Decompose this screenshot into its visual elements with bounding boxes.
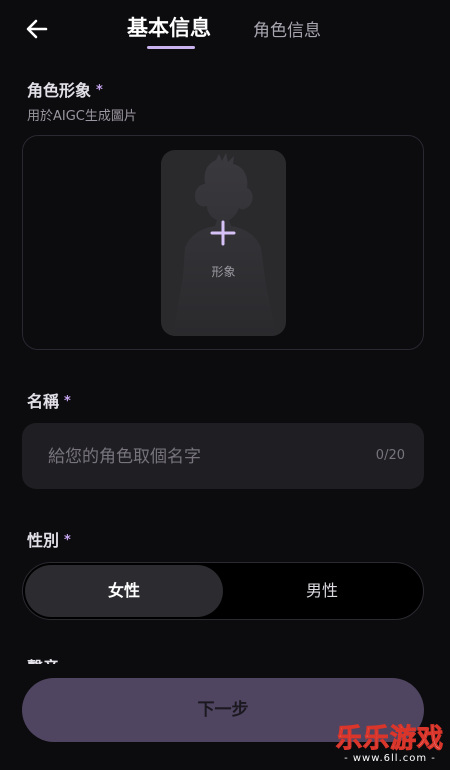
watermark-logo: 乐乐游戏 - www.6ll.com -: [330, 718, 450, 770]
tab-character-info[interactable]: 角色信息: [253, 16, 321, 41]
watermark-title: 乐乐游戏: [335, 724, 444, 755]
avatar-subtitle: 用於AIGC生成圖片: [27, 109, 137, 124]
avatar-label-text: 角色形象: [27, 81, 92, 100]
required-mark: *: [64, 533, 71, 548]
avatar-card-label: 形象: [211, 265, 236, 279]
plus-icon[interactable]: [209, 219, 237, 247]
name-label-text: 名稱: [27, 392, 60, 411]
tab-basic-info[interactable]: 基本信息: [127, 12, 211, 42]
gender-label: 性別 *: [27, 527, 71, 551]
name-label: 名稱 *: [27, 388, 71, 412]
name-input[interactable]: [46, 423, 350, 491]
top-bar: 基本信息 角色信息: [0, 0, 450, 56]
gender-label-text: 性別: [27, 531, 60, 550]
required-mark: *: [64, 394, 71, 409]
arrow-left-icon[interactable]: [22, 14, 52, 44]
character-counter: 0/20: [375, 448, 405, 463]
required-mark: *: [96, 83, 103, 98]
gender-option-female[interactable]: 女性: [25, 565, 223, 617]
name-field-container: 0/20: [22, 423, 424, 491]
active-tab-indicator: [147, 46, 195, 49]
gender-toggle: 女性 男性: [22, 562, 424, 620]
watermark-url: - www.6ll.com -: [344, 753, 436, 764]
gender-option-male[interactable]: 男性: [223, 565, 421, 617]
avatar-label: 角色形象 *: [27, 77, 103, 101]
